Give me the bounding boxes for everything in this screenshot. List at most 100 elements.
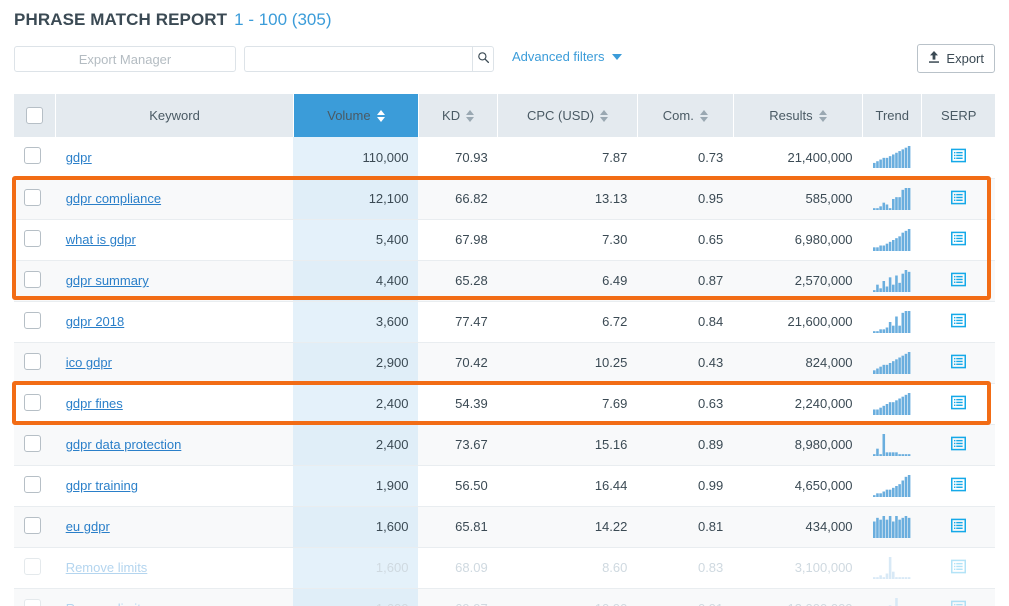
serp-cell[interactable] xyxy=(921,588,995,606)
row-checkbox[interactable] xyxy=(24,434,41,452)
serp-icon[interactable] xyxy=(950,518,966,536)
row-checkbox[interactable] xyxy=(24,147,41,165)
keyword-link[interactable]: gdpr xyxy=(66,150,92,165)
trend-sparkline xyxy=(873,433,911,456)
serp-icon[interactable] xyxy=(950,477,966,495)
table-row[interactable]: gdpr data protection 2,400 73.67 15.16 0.89 8… xyxy=(14,424,995,466)
table-row[interactable]: gdpr fines 2,400 54.39 7.69 0.63 2,240,000 xyxy=(14,383,995,425)
row-checkbox[interactable] xyxy=(24,393,41,411)
row-checkbox-cell[interactable] xyxy=(14,424,56,466)
column-header-volume[interactable]: Volume xyxy=(293,94,419,137)
row-checkbox[interactable] xyxy=(24,188,41,206)
results-cell: 13,000,000 xyxy=(733,588,863,606)
serp-icon[interactable] xyxy=(950,272,966,290)
row-checkbox-cell[interactable] xyxy=(14,342,56,384)
row-checkbox-cell[interactable] xyxy=(14,219,56,261)
serp-cell[interactable] xyxy=(921,301,995,343)
keyword-link[interactable]: eu gdpr xyxy=(66,519,110,534)
serp-cell[interactable] xyxy=(921,260,995,302)
row-checkbox-cell[interactable] xyxy=(14,383,56,425)
sort-arrows-icon[interactable] xyxy=(600,109,609,122)
keyword-link[interactable]: ico gdpr xyxy=(66,355,112,370)
table-row[interactable]: gdpr 2018 3,600 77.47 6.72 0.84 21,600,000 xyxy=(14,301,995,343)
serp-cell[interactable] xyxy=(921,137,995,179)
table-row[interactable]: gdpr compliance 12,100 66.82 13.13 0.95 585,0… xyxy=(14,178,995,220)
keyword-link[interactable]: gdpr training xyxy=(66,478,138,493)
kd-cell: 67.98 xyxy=(418,219,498,261)
keyword-link[interactable]: Remove limits xyxy=(66,601,148,606)
serp-cell[interactable] xyxy=(921,178,995,220)
row-checkbox-cell[interactable] xyxy=(14,178,56,220)
row-checkbox-cell[interactable] xyxy=(14,260,56,302)
row-checkbox[interactable] xyxy=(24,352,41,370)
column-header-kd[interactable]: KD xyxy=(418,94,499,137)
keyword-link[interactable]: Remove limits xyxy=(66,560,148,575)
export-manager-button[interactable]: Export Manager xyxy=(14,46,236,72)
row-checkbox[interactable] xyxy=(24,516,41,534)
serp-icon[interactable] xyxy=(950,436,966,454)
table-row[interactable]: what is gdpr 5,400 67.98 7.30 0.65 6,980,000 xyxy=(14,219,995,261)
row-checkbox[interactable] xyxy=(24,270,41,288)
column-header-cpc[interactable]: CPC (USD) xyxy=(497,94,638,137)
keyword-link[interactable]: gdpr fines xyxy=(66,396,123,411)
serp-cell[interactable] xyxy=(921,547,995,589)
table-row[interactable]: gdpr 110,000 70.93 7.87 0.73 21,400,000 xyxy=(14,137,995,179)
advanced-filters-toggle[interactable]: Advanced filters xyxy=(512,49,622,64)
serp-icon[interactable] xyxy=(950,313,966,331)
search-input[interactable] xyxy=(244,46,472,72)
select-all-checkbox[interactable] xyxy=(26,107,44,124)
sort-arrows-icon[interactable] xyxy=(699,109,708,122)
serp-cell[interactable] xyxy=(921,219,995,261)
column-header-com[interactable]: Com. xyxy=(637,94,734,137)
serp-icon[interactable] xyxy=(950,148,966,166)
table-row[interactable]: Remove limits 1,600 68.09 8.60 0.83 3,100,000 xyxy=(14,547,995,589)
table-row[interactable]: gdpr training 1,900 56.50 16.44 0.99 4,650,00… xyxy=(14,465,995,507)
column-header-select-all[interactable] xyxy=(14,94,57,137)
serp-icon[interactable] xyxy=(950,190,966,208)
row-checkbox-cell[interactable] xyxy=(14,301,56,343)
serp-cell[interactable] xyxy=(921,383,995,425)
cpc-cell: 13.13 xyxy=(497,178,638,220)
keyword-cell: ico gdpr xyxy=(55,342,294,384)
row-checkbox[interactable] xyxy=(24,598,41,606)
serp-icon[interactable] xyxy=(950,395,966,413)
row-checkbox-cell[interactable] xyxy=(14,506,56,548)
row-checkbox-cell[interactable] xyxy=(14,588,56,606)
serp-cell[interactable] xyxy=(921,465,995,507)
serp-cell[interactable] xyxy=(921,342,995,384)
keyword-link[interactable]: gdpr 2018 xyxy=(66,314,125,329)
row-checkbox[interactable] xyxy=(24,557,41,575)
keyword-link[interactable]: gdpr compliance xyxy=(66,191,161,206)
row-checkbox-cell[interactable] xyxy=(14,137,56,179)
table-row[interactable]: gdpr summary 4,400 65.28 6.49 0.87 2,570,000 xyxy=(14,260,995,302)
row-checkbox[interactable] xyxy=(24,229,41,247)
sort-arrows-icon[interactable] xyxy=(818,109,827,122)
serp-icon[interactable] xyxy=(950,559,966,577)
table-row[interactable]: ico gdpr 2,900 70.42 10.25 0.43 824,000 xyxy=(14,342,995,384)
export-button[interactable]: Export xyxy=(917,44,995,73)
serp-icon[interactable] xyxy=(950,600,966,606)
row-checkbox-cell[interactable] xyxy=(14,547,56,589)
row-checkbox-cell[interactable] xyxy=(14,465,56,507)
serp-cell[interactable] xyxy=(921,424,995,466)
search-button[interactable] xyxy=(472,46,494,72)
keyword-cell: what is gdpr xyxy=(55,219,294,261)
column-header-keyword[interactable]: Keyword xyxy=(55,94,294,137)
serp-icon[interactable] xyxy=(950,354,966,372)
trend-cell xyxy=(862,383,922,425)
keyword-link[interactable]: what is gdpr xyxy=(66,232,136,247)
table-row[interactable]: eu gdpr 1,600 65.81 14.22 0.81 434,000 xyxy=(14,506,995,548)
sort-arrows-icon[interactable] xyxy=(376,109,385,122)
serp-icon[interactable] xyxy=(950,231,966,249)
row-checkbox[interactable] xyxy=(24,311,41,329)
trend-sparkline xyxy=(889,597,898,606)
sort-arrows-icon[interactable] xyxy=(466,109,475,122)
table-row[interactable]: Remove limits 1,60069.9710.900.9113,000,0… xyxy=(14,588,995,606)
row-checkbox[interactable] xyxy=(24,475,41,493)
serp-cell[interactable] xyxy=(921,506,995,548)
trend-cell xyxy=(862,137,922,179)
trend-cell xyxy=(862,424,922,466)
keyword-link[interactable]: gdpr data protection xyxy=(66,437,182,452)
column-header-results[interactable]: Results xyxy=(733,94,864,137)
keyword-link[interactable]: gdpr summary xyxy=(66,273,149,288)
